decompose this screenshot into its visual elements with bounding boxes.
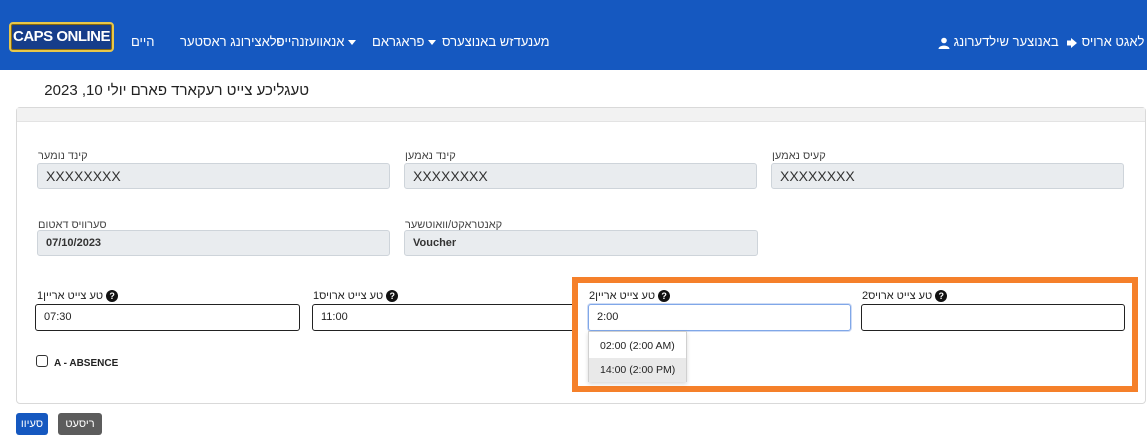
page-title: טעגליכע צייט רעקארד פארם יולי 10, 2023 [44,82,309,99]
nav-provider-info-link[interactable]: פלאצירונג ראסטער [180,34,285,49]
user-icon [938,37,950,49]
nav-program-label: פראגראם [372,34,425,49]
time-suggestion-dropdown: 02:00 (2:00 AM) 14:00 (2:00 PM) [588,331,687,382]
case-name-field: XXXXXXXX [771,163,1124,189]
logout-link[interactable]: לאגט ארויס [1066,34,1144,49]
question-circle-icon[interactable]: ? [106,290,119,303]
time-in-1-label: טע צייט אריין1 ? [37,290,122,303]
top-navbar: CAPS ONLINE היים פלאצירונג ראסטער אנאווע… [0,0,1147,70]
card-header [17,108,1145,122]
case-name-label: קעיס נאמען [772,150,826,162]
contract-field: Voucher [404,230,758,256]
user-profile-link[interactable]: באנוצער שילדערונג [938,34,1059,49]
chevron-down-icon [348,40,357,46]
user-profile-label: באנוצער שילדערונג [953,34,1059,49]
absence-checkbox-label[interactable]: A - ABSENCE [54,358,118,369]
sign-out-icon [1067,37,1077,48]
save-button[interactable]: סעיוו [16,413,48,435]
child-number-label: קינד נומער [38,150,88,162]
nav-announcements-menu[interactable]: אנאוועזנהייט [276,34,357,49]
time-out-1-input[interactable]: 11:00 [312,304,578,331]
nav-home-link[interactable]: היים [131,34,155,49]
child-name-label: קינד נאמען [405,150,456,162]
caps-online-logo[interactable]: CAPS ONLINE [9,22,114,52]
nav-announcements-label: אנאוועזנהייט [276,34,345,49]
nav-manage-users-link[interactable]: מענעדזש באנוצערס [442,34,550,49]
reset-button[interactable]: ריסעט [58,413,102,435]
time-suggestion-option[interactable]: 02:00 (2:00 AM) [589,334,686,358]
chevron-down-icon [428,40,437,46]
time-out-1-label: טע צייט ארויס1 ? [313,290,402,303]
logout-label: לאגט ארויס [1081,34,1145,49]
time-out-1-text: טע צייט ארויס1 [313,290,384,302]
time-in-1-input[interactable]: 07:30 [35,304,300,331]
absence-checkbox[interactable] [36,355,48,367]
child-number-field: XXXXXXXX [37,163,390,189]
question-circle-icon[interactable]: ? [386,290,399,303]
nav-program-menu[interactable]: פראגראם [372,34,437,49]
time-in-1-text: טע צייט אריין1 [37,290,104,302]
child-name-field: XXXXXXXX [404,163,757,189]
time-suggestion-option[interactable]: 14:00 (2:00 PM) [589,358,686,382]
service-date-field: 07/10/2023 [37,230,390,256]
